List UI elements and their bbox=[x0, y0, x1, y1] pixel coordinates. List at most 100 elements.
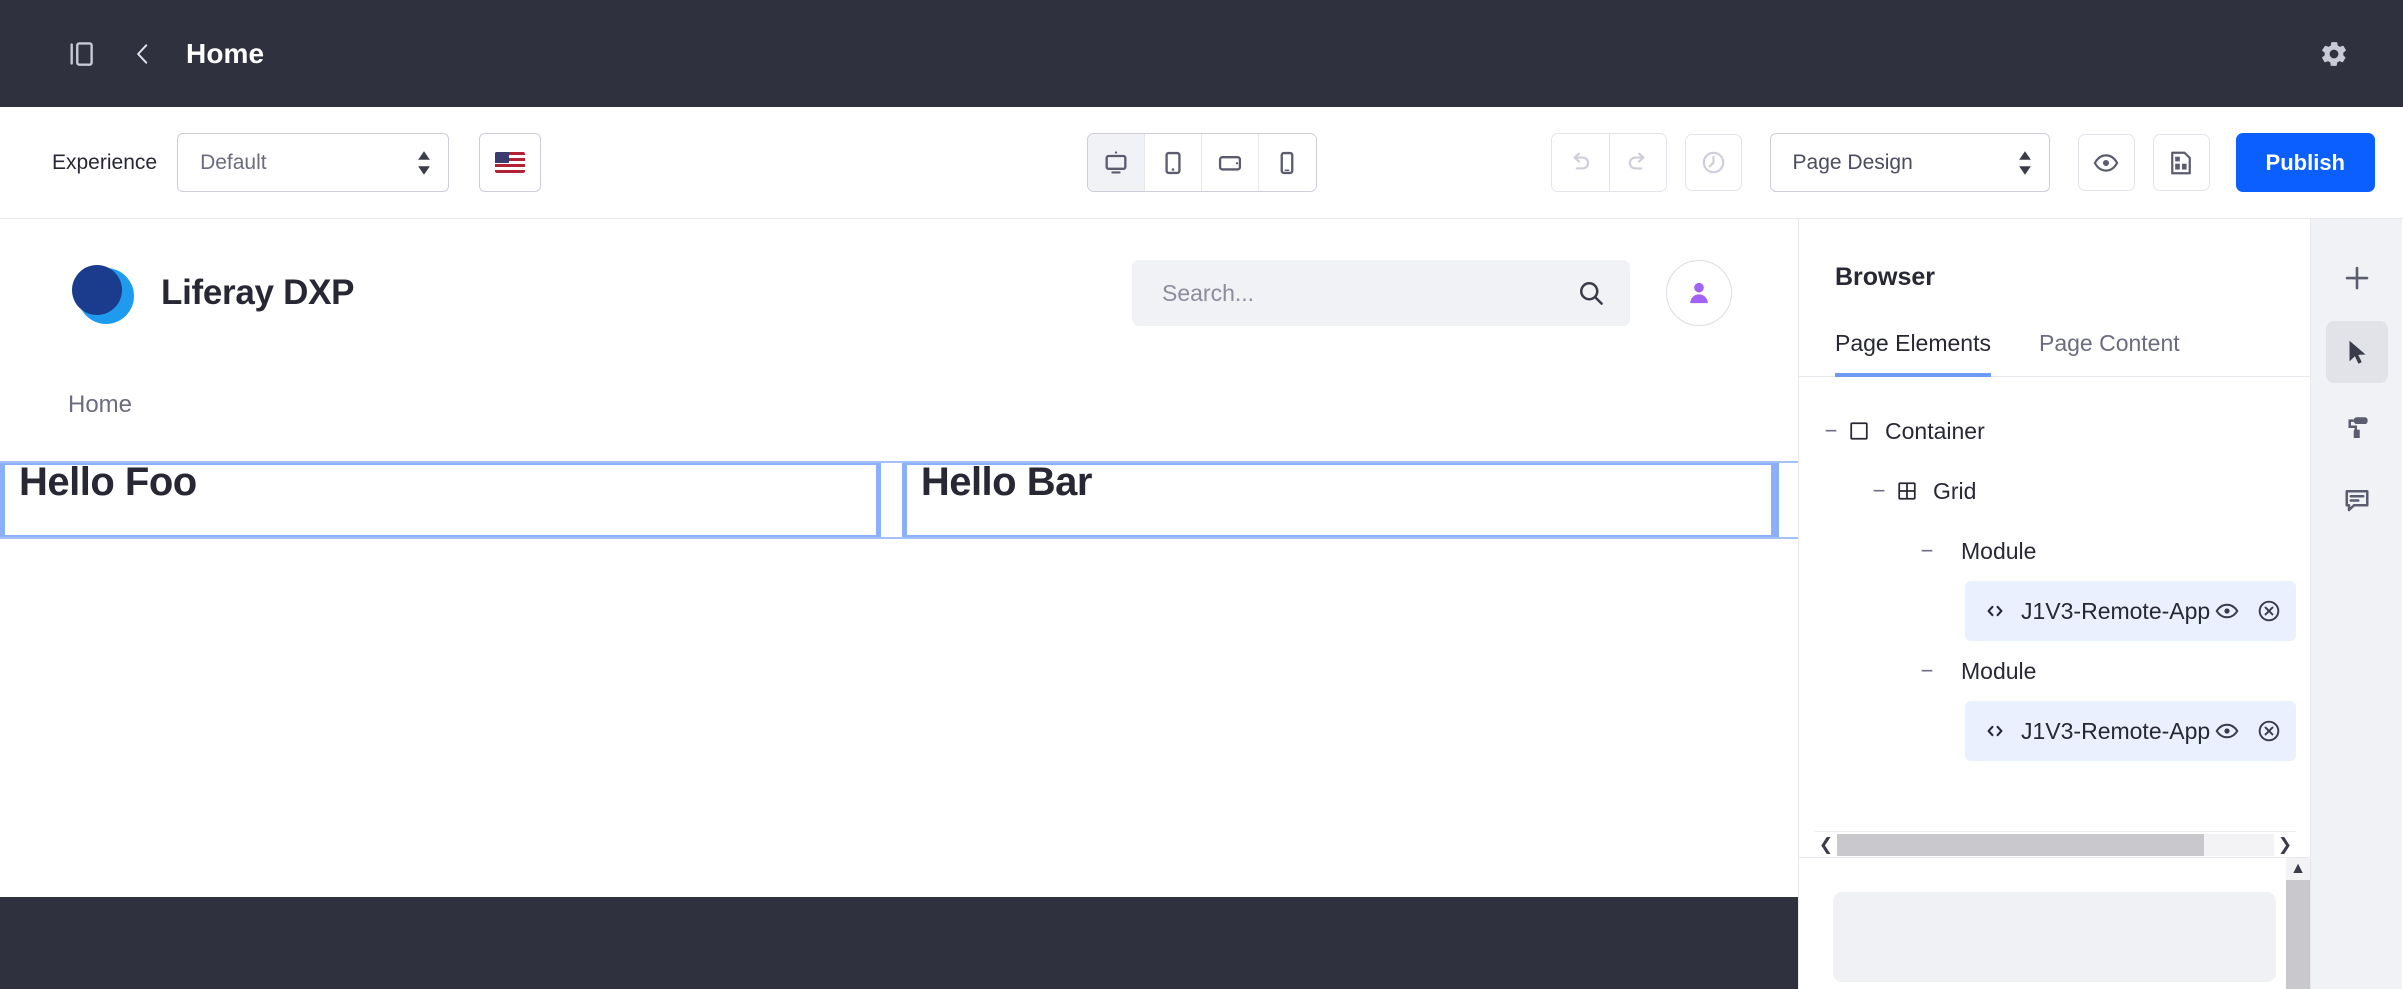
tree-toggle[interactable]: − bbox=[1915, 538, 1939, 564]
user-avatar[interactable] bbox=[1666, 260, 1732, 326]
tab-page-elements[interactable]: Page Elements bbox=[1835, 330, 1991, 377]
sidebar-lower-section: ▲ bbox=[1799, 857, 2310, 989]
rail-button-add[interactable] bbox=[2326, 247, 2388, 309]
page-design-select-value: Page Design bbox=[1792, 150, 1913, 174]
right-icon-rail bbox=[2311, 219, 2402, 989]
rail-button-select[interactable] bbox=[2325, 321, 2388, 383]
sidebar-vertical-scrollbar[interactable]: ▲ bbox=[2286, 858, 2310, 989]
tablet-portrait-icon bbox=[1164, 151, 1181, 174]
remove-circle-icon[interactable] bbox=[2256, 718, 2282, 744]
tree-item-module-1[interactable]: − Module bbox=[1799, 521, 2310, 581]
page-layout-icon bbox=[2171, 151, 2191, 174]
sidebar-toggle-button[interactable] bbox=[50, 23, 112, 85]
page-title: Home bbox=[186, 37, 265, 69]
undo-redo-group bbox=[1550, 133, 1667, 192]
fragment-heading: Hello Bar bbox=[920, 460, 1093, 504]
tab-page-content[interactable]: Page Content bbox=[2039, 330, 2180, 377]
site-footer bbox=[0, 897, 1798, 989]
tree-item-module-2[interactable]: − Module bbox=[1799, 641, 2310, 701]
language-button[interactable] bbox=[479, 133, 542, 192]
desktop-icon bbox=[1105, 150, 1126, 173]
tree-item-label: J1V3-Remote-App bbox=[2021, 597, 2211, 624]
tree-item-grid[interactable]: − Grid bbox=[1799, 461, 2310, 521]
grid-icon bbox=[1891, 480, 1923, 502]
tree-item-container[interactable]: − Container bbox=[1799, 401, 2310, 461]
placeholder-card[interactable] bbox=[1833, 892, 2276, 982]
container-square-icon bbox=[1843, 420, 1875, 442]
device-button-tablet-portrait[interactable] bbox=[1144, 134, 1202, 191]
rail-button-comments[interactable] bbox=[2326, 469, 2388, 531]
undo-icon bbox=[1573, 152, 1590, 169]
chevron-up-icon[interactable]: ▲ bbox=[2290, 858, 2306, 880]
page-canvas: Liferay DXP Home bbox=[0, 219, 1799, 989]
fragment-row-tail bbox=[1776, 463, 1798, 537]
cursor-pointer-icon bbox=[2349, 340, 2365, 364]
sidebar-title: Browser bbox=[1835, 263, 1936, 291]
fragment-gap bbox=[881, 463, 902, 537]
site-logo[interactable]: Liferay DXP bbox=[72, 262, 354, 324]
eye-icon bbox=[2093, 153, 2119, 172]
tree-toggle[interactable]: − bbox=[1915, 658, 1939, 684]
chevron-right-icon[interactable]: ❯ bbox=[2274, 835, 2296, 855]
device-button-tablet-landscape[interactable] bbox=[1201, 134, 1259, 191]
history-button[interactable] bbox=[1684, 134, 1742, 191]
fragment-column-left[interactable]: Hello Foo bbox=[0, 460, 881, 537]
device-button-desktop[interactable] bbox=[1087, 134, 1145, 191]
sidebar-tabs: Page Elements Page Content bbox=[1799, 330, 2310, 377]
hscroll-thumb[interactable] bbox=[1837, 833, 2205, 856]
fragment-grid-row: Hello Foo Hello Bar bbox=[0, 461, 1798, 539]
tree-item-remote-app-2[interactable]: J1V3-Remote-App bbox=[1965, 701, 2296, 761]
eye-icon[interactable] bbox=[2214, 718, 2240, 744]
tree-toggle[interactable]: − bbox=[1819, 418, 1843, 444]
experience-select[interactable]: Default bbox=[177, 133, 450, 192]
page-layout-button[interactable] bbox=[2152, 134, 2210, 191]
comment-icon bbox=[2345, 490, 2368, 512]
remove-circle-icon[interactable] bbox=[2256, 598, 2282, 624]
fragment-hello-bar[interactable]: Hello Bar bbox=[904, 460, 1774, 537]
tree-item-label: Module bbox=[1961, 537, 2037, 564]
site-search[interactable] bbox=[1132, 260, 1630, 326]
experience-label: Experience bbox=[52, 150, 158, 174]
history-clock-icon bbox=[1702, 151, 1724, 174]
gear-icon bbox=[2322, 41, 2346, 66]
top-navigation-bar: Home bbox=[0, 0, 2403, 107]
page-elements-tree: − Container − Grid − Module J1V3-Remote-… bbox=[1799, 377, 2310, 857]
tree-item-label: Grid bbox=[1933, 477, 1977, 504]
search-input[interactable] bbox=[1162, 279, 1576, 307]
fragment-heading: Hello Foo bbox=[19, 460, 197, 504]
publish-button[interactable]: Publish bbox=[2235, 133, 2375, 192]
rail-button-style[interactable] bbox=[2326, 395, 2388, 457]
plus-icon bbox=[2345, 266, 2368, 290]
settings-button[interactable] bbox=[2303, 23, 2365, 85]
liferay-logo-icon bbox=[72, 262, 134, 324]
fragment-hello-foo[interactable]: Hello Foo bbox=[3, 460, 878, 537]
search-icon[interactable] bbox=[1576, 278, 1606, 308]
redo-icon bbox=[1628, 152, 1645, 169]
redo-button[interactable] bbox=[1608, 134, 1666, 191]
undo-button[interactable] bbox=[1551, 134, 1609, 191]
preview-button[interactable] bbox=[2077, 134, 2135, 191]
editor-main: Liferay DXP Home bbox=[0, 219, 2403, 989]
chevron-left-icon[interactable]: ❮ bbox=[1815, 835, 1837, 855]
breadcrumb[interactable]: Home bbox=[0, 367, 1798, 419]
page-design-select[interactable]: Page Design bbox=[1769, 133, 2050, 192]
tablet-landscape-icon bbox=[1218, 155, 1241, 171]
tree-item-label: Container bbox=[1885, 417, 1985, 444]
site-brand-name: Liferay DXP bbox=[161, 273, 355, 312]
us-flag-icon bbox=[495, 152, 526, 173]
vscroll-thumb[interactable] bbox=[2286, 880, 2310, 989]
hscroll-track[interactable] bbox=[1837, 833, 2274, 856]
browser-sidebar: Browser Page Elements Page Content − Con… bbox=[1799, 219, 2311, 989]
tree-item-label: Module bbox=[1961, 657, 2037, 684]
tree-item-remote-app-1[interactable]: J1V3-Remote-App bbox=[1965, 581, 2296, 641]
back-button[interactable] bbox=[112, 23, 174, 85]
fragment-column-right[interactable]: Hello Bar bbox=[901, 460, 1777, 537]
panel-toggle-icon bbox=[70, 41, 93, 66]
code-brackets-icon bbox=[1979, 720, 2011, 742]
tree-toggle[interactable]: − bbox=[1867, 478, 1891, 504]
device-button-mobile[interactable] bbox=[1258, 134, 1316, 191]
experience-select-value: Default bbox=[200, 150, 267, 174]
eye-icon[interactable] bbox=[2214, 598, 2240, 624]
editor-toolbar: Experience Default Page Design Publish bbox=[0, 107, 2403, 219]
tree-horizontal-scrollbar[interactable]: ❮ ❯ bbox=[1815, 831, 2296, 857]
